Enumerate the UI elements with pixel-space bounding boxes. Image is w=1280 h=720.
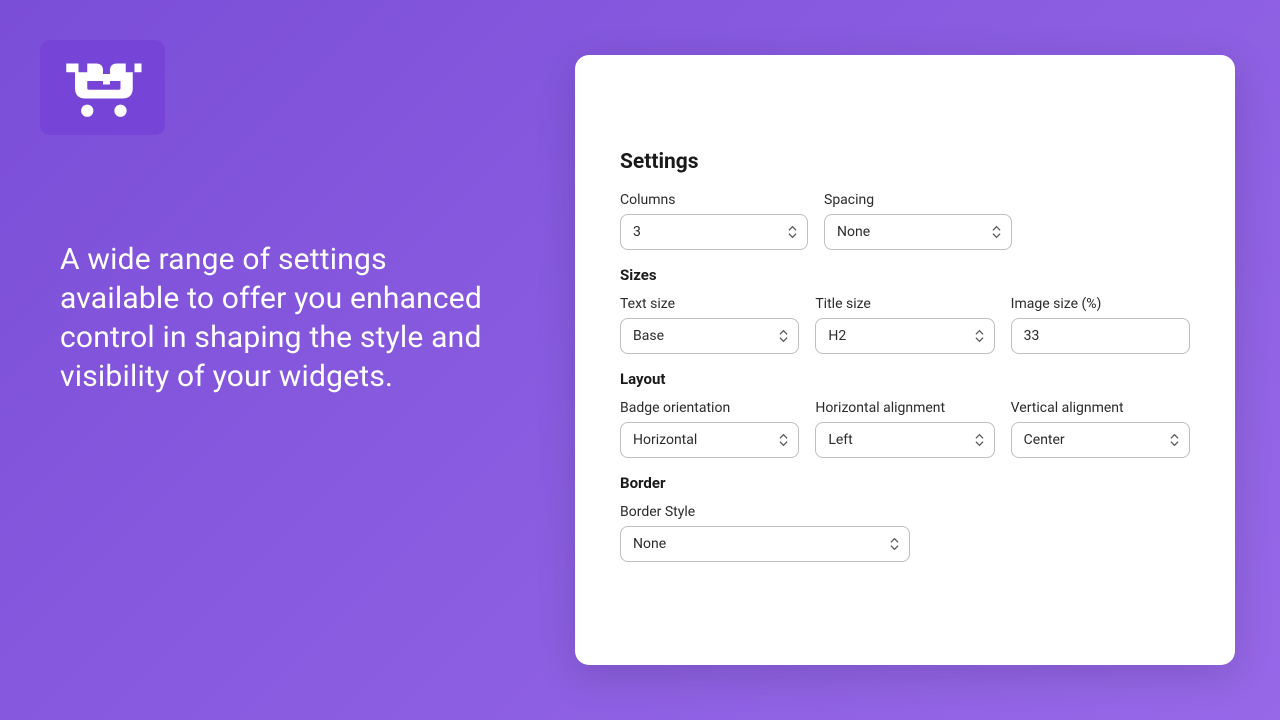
text-size-label: Text size	[620, 296, 799, 312]
border-heading: Border	[620, 474, 1190, 492]
text-size-select[interactable]: Base	[620, 318, 799, 354]
image-size-field: Image size (%) 33	[1011, 296, 1190, 354]
marketing-tagline: A wide range of settings available to of…	[60, 240, 490, 396]
badge-orientation-field: Badge orientation Horizontal	[620, 400, 799, 458]
image-size-label: Image size (%)	[1011, 296, 1190, 312]
stepper-icon	[992, 226, 1001, 239]
stepper-icon	[975, 434, 984, 447]
settings-panel: Settings Columns 3 Spacing None	[575, 55, 1235, 665]
stepper-icon	[779, 434, 788, 447]
spacing-value: None	[837, 224, 870, 240]
border-style-field: Border Style None	[620, 504, 910, 562]
spacing-select[interactable]: None	[824, 214, 1012, 250]
columns-select[interactable]: 3	[620, 214, 808, 250]
image-size-input[interactable]: 33	[1011, 318, 1190, 354]
h-align-label: Horizontal alignment	[815, 400, 994, 416]
title-size-select[interactable]: H2	[815, 318, 994, 354]
border-style-value: None	[633, 536, 666, 552]
stepper-icon	[779, 330, 788, 343]
title-size-label: Title size	[815, 296, 994, 312]
cart-logo-icon	[58, 53, 148, 123]
stepper-icon	[1170, 434, 1179, 447]
title-size-value: H2	[828, 328, 846, 344]
spacing-label: Spacing	[824, 192, 1012, 208]
text-size-field: Text size Base	[620, 296, 799, 354]
badge-orientation-select[interactable]: Horizontal	[620, 422, 799, 458]
stepper-icon	[975, 330, 984, 343]
columns-field: Columns 3	[620, 192, 808, 250]
v-align-select[interactable]: Center	[1011, 422, 1190, 458]
layout-heading: Layout	[620, 370, 1190, 388]
border-style-select[interactable]: None	[620, 526, 910, 562]
badge-orientation-value: Horizontal	[633, 432, 697, 448]
h-align-select[interactable]: Left	[815, 422, 994, 458]
v-align-label: Vertical alignment	[1011, 400, 1190, 416]
stepper-icon	[890, 538, 899, 551]
v-align-field: Vertical alignment Center	[1011, 400, 1190, 458]
h-align-field: Horizontal alignment Left	[815, 400, 994, 458]
h-align-value: Left	[828, 432, 852, 448]
app-logo	[40, 40, 165, 135]
image-size-value: 33	[1024, 328, 1040, 344]
stepper-icon	[788, 226, 797, 239]
columns-label: Columns	[620, 192, 808, 208]
columns-value: 3	[633, 224, 641, 240]
text-size-value: Base	[633, 328, 664, 344]
badge-orientation-label: Badge orientation	[620, 400, 799, 416]
spacing-field: Spacing None	[824, 192, 1012, 250]
sizes-heading: Sizes	[620, 266, 1190, 284]
v-align-value: Center	[1024, 432, 1065, 448]
settings-title: Settings	[620, 150, 1190, 174]
border-style-label: Border Style	[620, 504, 910, 520]
title-size-field: Title size H2	[815, 296, 994, 354]
